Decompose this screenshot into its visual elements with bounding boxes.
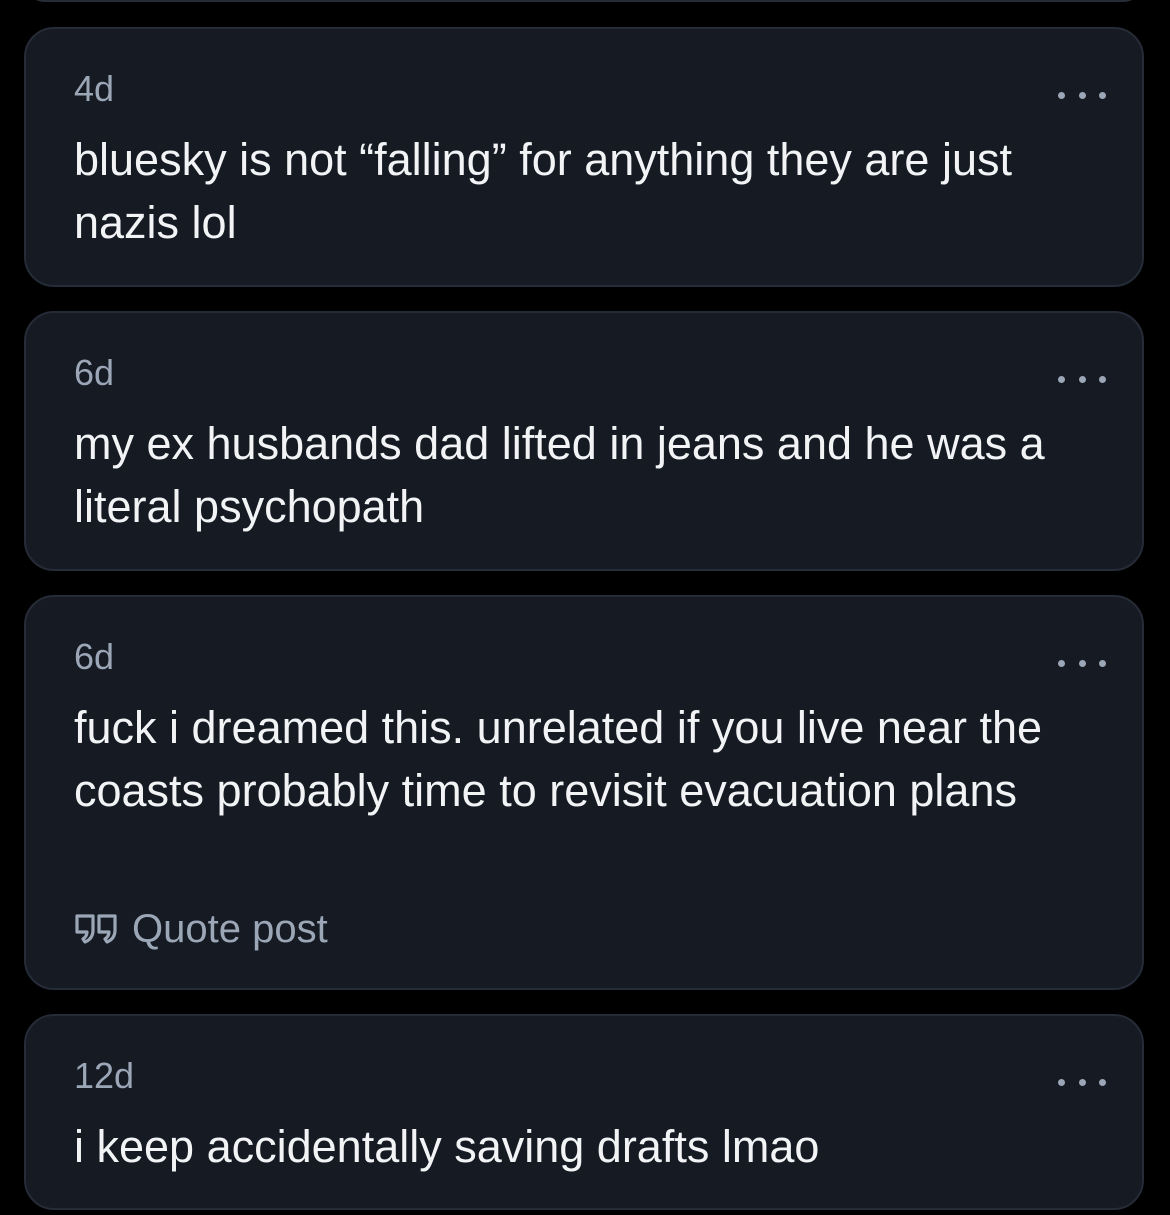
post-timestamp: 12d [74,1055,135,1096]
post-card[interactable]: 6d fuck i dreamed this. unrelated if you… [24,595,1144,990]
post-card-previous[interactable] [24,0,1144,2]
post-timestamp: 4d [74,68,115,109]
ellipsis-icon [1058,1078,1065,1086]
quote-icon [75,914,117,944]
post-card[interactable]: 12d i keep accidentally saving drafts lm… [24,1014,1144,1210]
post-timestamp: 6d [74,352,115,393]
quote-post-button[interactable]: Quote post [74,904,328,954]
post-text: fuck i dreamed this. unrelated if you li… [74,702,1043,816]
more-options-button[interactable] [1058,85,1106,105]
ellipsis-icon [1058,375,1065,383]
post-text: bluesky is not “falling” for anything th… [74,134,1012,248]
more-options-button[interactable] [1058,1072,1106,1092]
more-options-button[interactable] [1058,653,1106,673]
ellipsis-icon [1058,91,1065,99]
post-timestamp: 6d [74,636,115,677]
post-text: i keep accidentally saving drafts lmao [74,1121,820,1172]
quote-post-label: Quote post [132,907,328,951]
post-card[interactable]: 6d my ex husbands dad lifted in jeans an… [24,311,1144,571]
post-text: my ex husbands dad lifted in jeans and h… [74,418,1045,532]
ellipsis-icon [1058,659,1065,667]
more-options-button[interactable] [1058,369,1106,389]
post-card[interactable]: 4d bluesky is not “falling” for anything… [24,27,1144,287]
